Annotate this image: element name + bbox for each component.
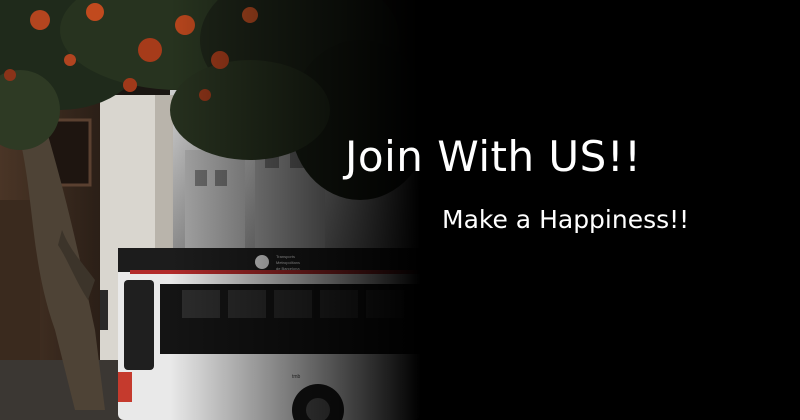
photo-fade-overlay [170,0,420,420]
join-banner: Transports Metropolitans de Barcelona tm… [0,0,800,420]
banner-headline: Join With US!! [345,132,642,181]
banner-tagline: Make a Happiness!! [442,205,690,234]
